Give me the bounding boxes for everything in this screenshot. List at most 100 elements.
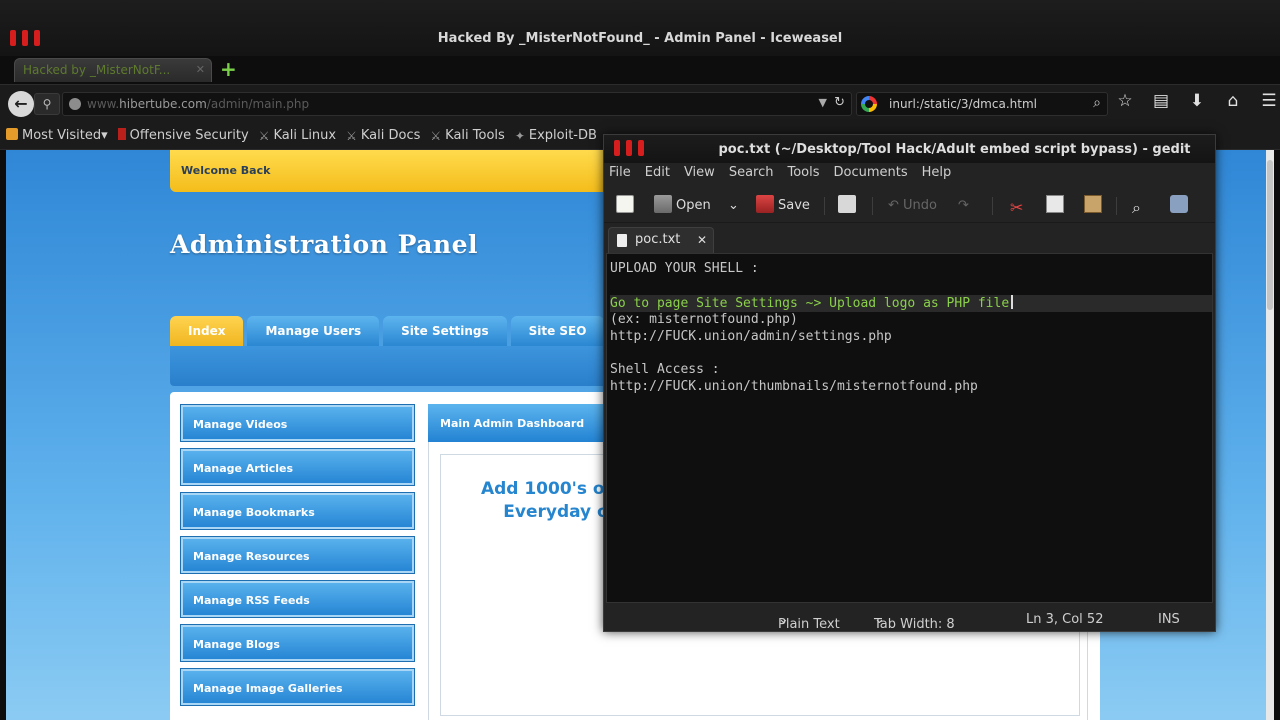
page-title: Administration Panel [170, 230, 478, 259]
url-dropdown-icon[interactable]: ▼ [819, 96, 827, 109]
search-icon: ⌕ [1132, 198, 1141, 217]
replace-icon [1170, 195, 1188, 213]
save-icon [756, 195, 774, 213]
offsec-icon [117, 128, 126, 140]
replace-button[interactable] [1170, 195, 1192, 217]
undo-icon: ↶ [888, 198, 904, 213]
editor-line: Shell Access : [610, 362, 720, 378]
menu-view[interactable]: View [684, 165, 715, 187]
new-document-button[interactable] [616, 195, 638, 217]
url-bar[interactable]: www.hibertube.com/admin/main.php ▼ ↻ [62, 92, 852, 116]
downloads-icon[interactable]: ⬇ [1186, 91, 1208, 111]
browser-window-title: Hacked By _MisterNotFound_ - Admin Panel… [437, 31, 843, 46]
search-query: inurl:/static/3/dmca.html [889, 97, 1037, 111]
globe-icon [69, 98, 81, 110]
print-button[interactable] [838, 195, 860, 217]
insert-mode: INS [1158, 612, 1180, 627]
navigation-bar: ← ⚲ www.hibertube.com/admin/main.php ▼ ↻… [0, 84, 1280, 122]
search-icon[interactable]: ⌕ [1093, 95, 1101, 111]
scissors-icon: ✂ [1010, 198, 1024, 217]
bookmark-star-icon[interactable]: ☆ [1114, 91, 1136, 111]
new-file-icon [616, 195, 634, 213]
sidebar-item-bookmarks[interactable]: Manage Bookmarks [180, 492, 415, 530]
close-tab-icon[interactable]: ✕ [196, 59, 205, 81]
text-caret [1011, 294, 1014, 309]
menu-tab-manage-users[interactable]: Manage Users [247, 316, 380, 346]
paste-icon [1084, 195, 1102, 213]
admin-sidebar: Manage Videos Manage Articles Manage Boo… [180, 404, 416, 712]
tab-width-selector[interactable]: Tab Width: 8 ⌄ [874, 612, 955, 632]
bookmark-offensive-security[interactable]: Offensive Security [117, 128, 249, 143]
menu-edit[interactable]: Edit [645, 165, 670, 187]
bookmark-kali-linux[interactable]: ⚔ Kali Linux [259, 128, 336, 143]
cursor-position: Ln 3, Col 52 [1026, 612, 1104, 627]
document-icon [617, 234, 627, 247]
menu-tab-site-seo[interactable]: Site SEO [510, 316, 605, 346]
open-button[interactable]: Open [654, 195, 711, 217]
menu-help[interactable]: Help [922, 165, 952, 187]
editor-line-current: Go to page Site Settings ~> Upload logo … [610, 294, 1212, 312]
menu-tab-site-settings[interactable]: Site Settings [383, 316, 507, 346]
cut-button[interactable]: ✂ [1010, 195, 1027, 217]
editor-line: UPLOAD YOUR SHELL : [610, 261, 759, 276]
sidebar-item-image-galleries[interactable]: Manage Image Galleries [180, 668, 415, 706]
bookmark-most-visited[interactable]: Most Visited▾ [6, 128, 108, 143]
site-identity-icon[interactable]: ⚲ [34, 93, 60, 115]
chevron-down-icon: ⌄ [728, 198, 739, 213]
menu-tab-index[interactable]: Index [170, 316, 244, 346]
redo-icon: ↷ [958, 198, 969, 213]
menu-documents[interactable]: Documents [834, 165, 908, 187]
undo-button[interactable]: ↶ Undo [888, 195, 937, 217]
sidebar-item-resources[interactable]: Manage Resources [180, 536, 415, 574]
google-icon[interactable] [861, 96, 877, 112]
browser-tab[interactable]: Hacked by _MisterNotF... ✕ [14, 58, 212, 82]
menu-search[interactable]: Search [729, 165, 774, 187]
bookmark-kali-docs[interactable]: ⚔ Kali Docs [346, 128, 420, 143]
kali-dragon-icon: ⚔ [346, 129, 357, 143]
copy-icon [1046, 195, 1064, 213]
url-text: www.hibertube.com/admin/main.php [87, 97, 310, 111]
gedit-statusbar: Plain Text ⌄ Tab Width: 8 ⌄ Ln 3, Col 52… [604, 607, 1215, 632]
bookmarks-menu-icon[interactable]: ▤ [1150, 91, 1172, 111]
search-bar[interactable]: inurl:/static/3/dmca.html ⌕ [856, 92, 1108, 116]
bookmark-exploit-db[interactable]: ✦ Exploit-DB [515, 128, 597, 143]
page-scrollbar[interactable] [1266, 150, 1274, 720]
open-recent-dropdown[interactable]: ⌄ [728, 195, 739, 217]
sidebar-item-blogs[interactable]: Manage Blogs [180, 624, 415, 662]
reload-icon[interactable]: ↻ [834, 95, 845, 110]
kali-dragon-icon: ⚔ [258, 129, 270, 143]
document-tab-label: poc.txt [635, 232, 681, 247]
document-tab[interactable]: poc.txt ✕ [608, 227, 714, 253]
browser-tab-label: Hacked by _MisterNotF... [23, 63, 171, 77]
home-icon[interactable]: ⌂ [1222, 91, 1244, 111]
sidebar-item-articles[interactable]: Manage Articles [180, 448, 415, 486]
editor-line: (ex: misternotfound.php) [610, 311, 798, 327]
browser-titlebar: Hacked By _MisterNotFound_ - Admin Panel… [0, 0, 1280, 56]
sidebar-item-rss-feeds[interactable]: Manage RSS Feeds [180, 580, 415, 618]
save-button[interactable]: Save [756, 195, 810, 217]
editor-line: http://FUCK.union/admin/settings.php [610, 328, 892, 344]
close-icon[interactable]: ✕ [697, 228, 707, 252]
language-selector[interactable]: Plain Text ⌄ [778, 612, 840, 632]
text-editor[interactable]: UPLOAD YOUR SHELL : Go to page Site Sett… [606, 253, 1213, 603]
redo-button[interactable]: ↷ [958, 195, 969, 217]
folder-open-icon [654, 195, 672, 213]
window-menu-icon[interactable] [614, 140, 644, 156]
sidebar-item-videos[interactable]: Manage Videos [180, 404, 415, 442]
admin-menu: Index Manage Users Site Settings Site SE… [170, 316, 654, 346]
menu-icon[interactable]: ☰ [1258, 91, 1280, 111]
paste-button[interactable] [1084, 195, 1106, 217]
bookmark-kali-tools[interactable]: ⚔ Kali Tools [430, 128, 504, 143]
new-tab-icon[interactable]: + [220, 58, 237, 80]
back-icon[interactable]: ← [8, 91, 34, 117]
kali-dragon-icon: ⚔ [430, 129, 442, 143]
menu-tools[interactable]: Tools [787, 165, 819, 187]
find-button[interactable]: ⌕ [1132, 195, 1145, 217]
menu-file[interactable]: File [609, 165, 631, 187]
copy-button[interactable] [1046, 195, 1068, 217]
gedit-titlebar: poc.txt (~/Desktop/Tool Hack/Adult embed… [604, 135, 1215, 163]
gedit-window-title: poc.txt (~/Desktop/Tool Hack/Adult embed… [718, 142, 1191, 157]
editor-line: http://FUCK.union/thumbnails/misternotfo… [610, 379, 978, 395]
